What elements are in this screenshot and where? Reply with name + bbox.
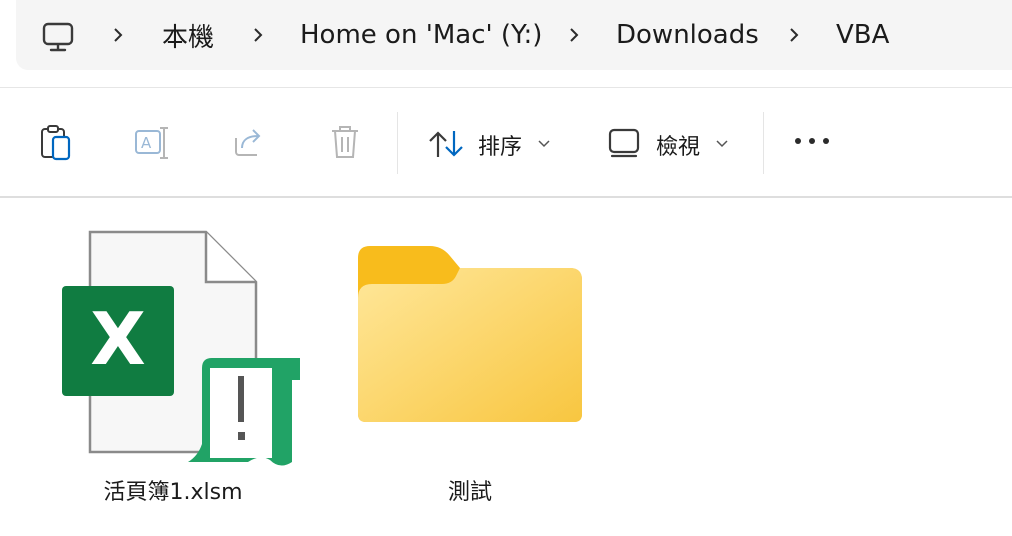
file-item-folder[interactable]: 測試 bbox=[340, 218, 600, 518]
address-bar-region: 本機 Home on 'Mac' (Y:) Downloads VBA bbox=[0, 0, 1012, 88]
breadcrumb-label: Downloads bbox=[616, 20, 759, 50]
breadcrumb-label: VBA bbox=[836, 20, 890, 50]
breadcrumb-item-vba[interactable]: VBA bbox=[836, 0, 889, 70]
file-name: 活頁簿1.xlsm bbox=[103, 480, 243, 505]
file-name: 測試 bbox=[447, 480, 492, 505]
sort-icon bbox=[429, 131, 463, 157]
chevron-right-icon[interactable] bbox=[250, 27, 266, 43]
breadcrumb-item-this-pc[interactable]: 本機 bbox=[162, 0, 214, 70]
svg-text:X: X bbox=[90, 297, 146, 381]
toolbar-separator bbox=[763, 112, 764, 174]
view-icon bbox=[608, 128, 640, 158]
file-list: X 活頁簿1.xlsm 測試 bbox=[0, 198, 1012, 536]
view-label: 檢視 bbox=[656, 135, 701, 160]
view-button[interactable]: 檢視 bbox=[600, 108, 740, 178]
computer-icon[interactable] bbox=[42, 22, 74, 52]
share-icon[interactable] bbox=[232, 126, 266, 158]
toolbar-separator bbox=[397, 112, 398, 174]
breadcrumb: 本機 Home on 'Mac' (Y:) Downloads VBA bbox=[0, 0, 1012, 70]
sort-button[interactable]: 排序 bbox=[420, 108, 570, 178]
file-item-excel[interactable]: X 活頁簿1.xlsm bbox=[40, 218, 320, 518]
chevron-right-icon[interactable] bbox=[566, 27, 582, 43]
chevron-right-icon[interactable] bbox=[110, 27, 126, 43]
more-icon[interactable] bbox=[794, 136, 830, 146]
breadcrumb-label: Home on 'Mac' (Y:) bbox=[300, 20, 543, 50]
svg-text:A: A bbox=[141, 134, 152, 152]
command-bar: A 排序 檢視 bbox=[0, 88, 1012, 196]
trash-icon[interactable] bbox=[330, 124, 360, 160]
breadcrumb-item-downloads[interactable]: Downloads bbox=[616, 0, 759, 70]
clipboard-icon[interactable] bbox=[40, 124, 74, 162]
breadcrumb-item-home-mac[interactable]: Home on 'Mac' (Y:) bbox=[300, 0, 542, 70]
excel-macro-icon: X bbox=[62, 230, 300, 466]
rename-icon[interactable]: A bbox=[134, 126, 170, 160]
chevron-down-icon bbox=[716, 140, 728, 148]
sort-label: 排序 bbox=[478, 135, 523, 160]
chevron-down-icon bbox=[538, 140, 550, 148]
folder-icon bbox=[358, 246, 582, 422]
breadcrumb-label: 本機 bbox=[162, 22, 215, 53]
chevron-right-icon[interactable] bbox=[786, 27, 802, 43]
